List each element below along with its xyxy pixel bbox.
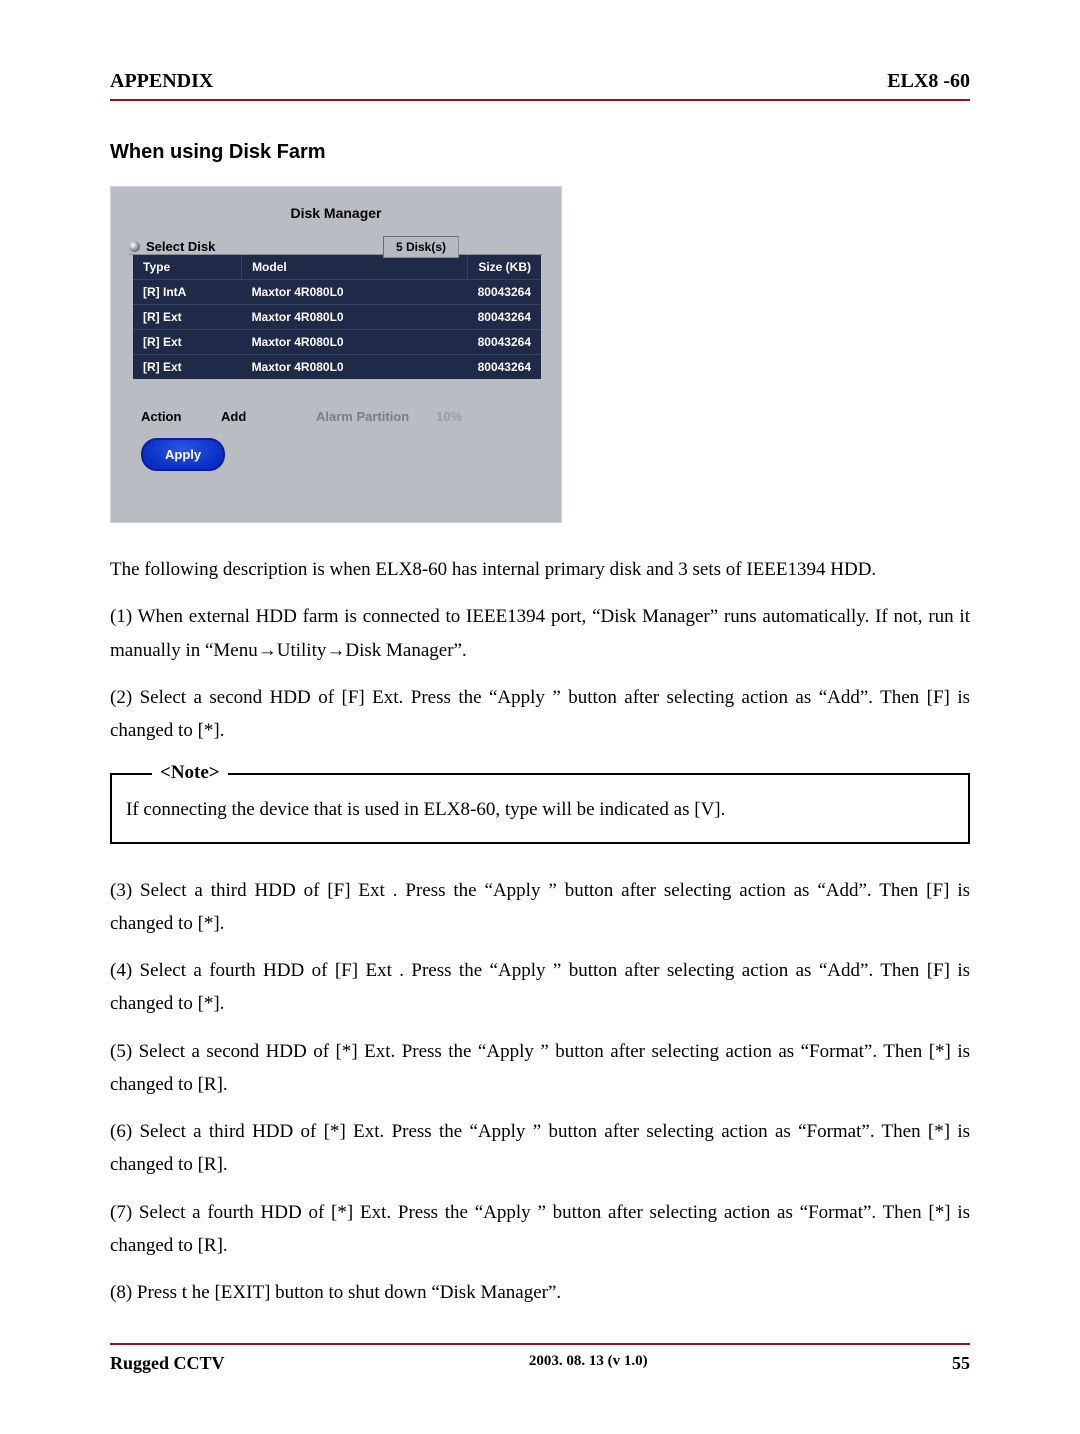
step-3: (3) Select a third HDD of [F] Ext . Pres…: [110, 874, 970, 941]
cell-type: [R] Ext: [133, 355, 242, 380]
table-row[interactable]: [R] Ext Maxtor 4R080L0 80043264: [133, 355, 541, 380]
page-header: APPENDIX ELX8 -60: [110, 70, 970, 99]
table-row[interactable]: [R] IntA Maxtor 4R080L0 80043264: [133, 280, 541, 305]
section-title: When using Disk Farm: [110, 141, 970, 164]
note-text: If connecting the device that is used in…: [126, 795, 954, 825]
action-row: Action Add Alarm Partition 10%: [141, 409, 541, 424]
disk-manager-title: Disk Manager: [111, 187, 561, 221]
cell-model: Maxtor 4R080L0: [242, 355, 468, 380]
cell-size: 80043264: [468, 330, 541, 355]
step-2: (2) Select a second HDD of [F] Ext. Pres…: [110, 681, 970, 748]
cell-type: [R] IntA: [133, 280, 242, 305]
apply-button[interactable]: Apply: [141, 438, 225, 471]
action-label: Action: [141, 409, 221, 424]
select-disk-label: Select Disk: [146, 239, 215, 254]
cell-model: Maxtor 4R080L0: [242, 305, 468, 330]
page-footer: Rugged CCTV 2003. 08. 13 (v 1.0) 55: [110, 1353, 970, 1374]
cell-model: Maxtor 4R080L0: [242, 330, 468, 355]
cell-type: [R] Ext: [133, 330, 242, 355]
step-4: (4) Select a fourth HDD of [F] Ext . Pre…: [110, 954, 970, 1021]
table-row[interactable]: [R] Ext Maxtor 4R080L0 80043264: [133, 330, 541, 355]
cell-size: 80043264: [468, 280, 541, 305]
header-left: APPENDIX: [110, 70, 213, 93]
col-size: Size (KB): [468, 255, 541, 280]
footer-left: Rugged CCTV: [110, 1353, 225, 1374]
disk-table: Type Model Size (KB) [R] IntA Maxtor 4R0…: [133, 255, 541, 379]
footer-rule: [110, 1343, 970, 1345]
intro-paragraph: The following description is when ELX8-6…: [110, 553, 970, 586]
action-value[interactable]: Add: [221, 409, 316, 424]
step-5: (5) Select a second HDD of [*] Ext. Pres…: [110, 1035, 970, 1102]
bullet-icon: [129, 241, 140, 252]
page: APPENDIX ELX8 -60 When using Disk Farm D…: [0, 0, 1080, 1434]
disk-count-badge: 5 Disk(s): [383, 236, 459, 258]
select-disk-row: Select Disk 5 Disk(s): [129, 239, 543, 255]
footer-page-number: 55: [952, 1353, 970, 1374]
cell-size: 80043264: [468, 355, 541, 380]
disk-manager-panel: Disk Manager Select Disk 5 Disk(s) Type …: [110, 186, 562, 523]
header-right: ELX8 -60: [887, 70, 970, 93]
cell-type: [R] Ext: [133, 305, 242, 330]
cell-size: 80043264: [468, 305, 541, 330]
note-legend: <Note>: [152, 762, 228, 784]
footer-center: 2003. 08. 13 (v 1.0): [529, 1353, 648, 1374]
note-box: <Note> If connecting the device that is …: [110, 773, 970, 843]
alarm-partition-value: 10%: [436, 409, 462, 424]
col-model: Model: [242, 255, 468, 280]
table-row[interactable]: [R] Ext Maxtor 4R080L0 80043264: [133, 305, 541, 330]
col-type: Type: [133, 255, 242, 280]
step-1: (1) When external HDD farm is connected …: [110, 600, 970, 667]
step-8: (8) Press t he [EXIT] button to shut dow…: [110, 1276, 970, 1309]
alarm-partition-label: Alarm Partition: [316, 409, 436, 424]
step-7: (7) Select a fourth HDD of [*] Ext. Pres…: [110, 1196, 970, 1263]
table-header-row: Type Model Size (KB): [133, 255, 541, 280]
step-6: (6) Select a third HDD of [*] Ext. Press…: [110, 1115, 970, 1182]
header-rule: [110, 99, 970, 101]
cell-model: Maxtor 4R080L0: [242, 280, 468, 305]
